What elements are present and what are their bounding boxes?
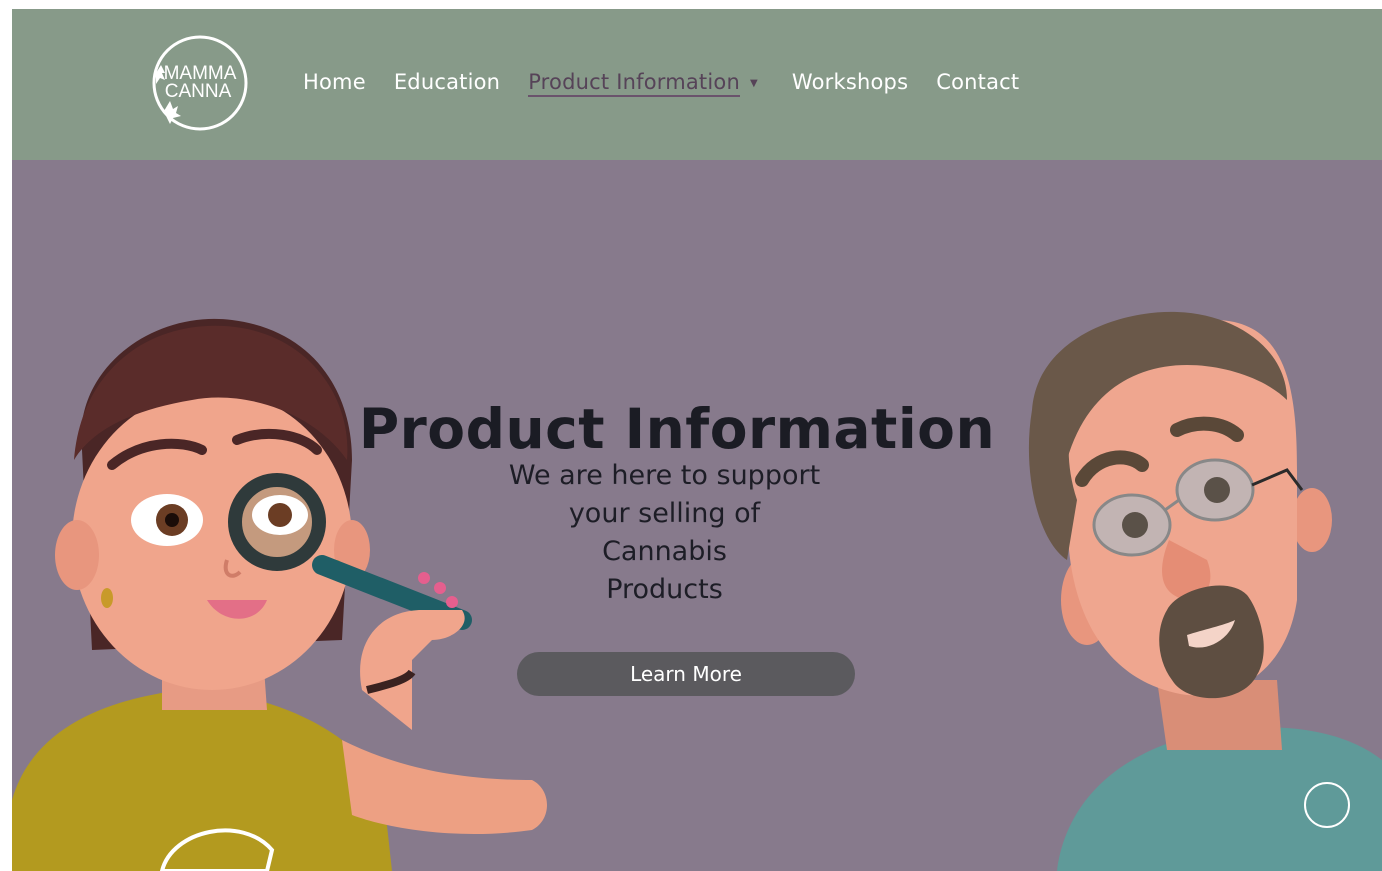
logo-text-canna: CANNA <box>165 81 232 102</box>
hero-subtitle-line: your selling of <box>568 498 761 529</box>
nav-home[interactable]: Home <box>303 70 366 94</box>
nav-education[interactable]: Education <box>394 70 500 94</box>
page: MAMMA CANNA Home Education Product Infor… <box>12 9 1382 871</box>
woman-with-magnifying-glass-illustration <box>12 318 547 871</box>
mamma-canna-logo[interactable]: MAMMA CANNA <box>142 31 252 137</box>
hero-subtitle-line: We are here to support <box>508 460 821 491</box>
nav-workshops[interactable]: Workshops <box>792 70 908 94</box>
chevron-down-icon[interactable]: ▼ <box>750 78 758 89</box>
hero-subtitle-line: Cannabis <box>602 536 727 567</box>
nav-contact[interactable]: Contact <box>936 70 1019 94</box>
site-header: MAMMA CANNA Home Education Product Infor… <box>12 9 1382 160</box>
nav-product-information-label: Product Information <box>528 70 740 97</box>
nav-product-information[interactable]: Product Information ▼ <box>528 70 758 97</box>
learn-more-button[interactable]: Learn More <box>517 652 855 696</box>
hero-subtitle: We are here to support your selling of C… <box>472 457 857 609</box>
hero-section: Product Information We are here to suppo… <box>12 160 1382 871</box>
hero-title: Product Information <box>358 396 996 461</box>
man-with-glasses-illustration <box>1028 311 1382 871</box>
hero-subtitle-line: Products <box>606 574 723 605</box>
main-nav: Home Education Product Information ▼ Work… <box>303 67 1047 97</box>
